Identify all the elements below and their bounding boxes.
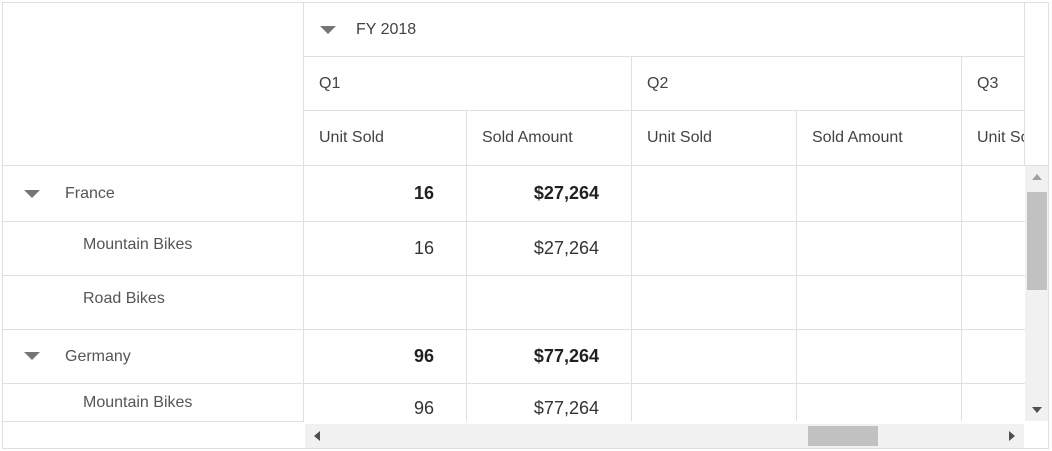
- vertical-scroll-thumb[interactable]: [1027, 192, 1047, 290]
- cell-value: 16: [413, 183, 434, 203]
- row-header-mountain-bikes[interactable]: Mountain Bikes: [3, 222, 303, 275]
- measure-label: Unit Sold: [977, 129, 1024, 146]
- horizontal-scroll-thumb[interactable]: [808, 426, 878, 446]
- column-header-q3[interactable]: Q3: [962, 57, 1024, 110]
- measure-label: Sold Amount: [482, 129, 573, 146]
- column-header-sold-amount[interactable]: Sold Amount: [797, 111, 961, 165]
- value-cell[interactable]: 96: [304, 330, 466, 383]
- year-label: FY 2018: [356, 20, 417, 38]
- cell-value: 16: [413, 238, 434, 258]
- quarter-label: Q3: [977, 74, 999, 92]
- grid-line: [3, 421, 304, 422]
- cell-value: $27,264: [533, 238, 599, 258]
- scroll-down-arrow-icon[interactable]: [1032, 407, 1042, 413]
- cell-value: 96: [413, 346, 434, 366]
- row-label: Germany: [65, 347, 131, 365]
- collapse-icon[interactable]: [24, 190, 40, 198]
- quarter-label: Q2: [647, 74, 669, 92]
- grid-line: [1024, 3, 1025, 166]
- cell-value: $27,264: [533, 183, 599, 203]
- column-header-unit-sold[interactable]: Unit Sold: [304, 111, 466, 165]
- quarter-label: Q1: [319, 74, 341, 92]
- value-cell[interactable]: 16: [304, 166, 466, 221]
- measure-label: Unit Sold: [319, 129, 384, 146]
- value-cell[interactable]: 16: [304, 222, 466, 275]
- cell-value: $77,264: [533, 346, 599, 366]
- value-cell[interactable]: $77,264: [467, 330, 631, 383]
- collapse-icon[interactable]: [24, 352, 40, 360]
- value-cell[interactable]: $27,264: [467, 166, 631, 221]
- scroll-right-arrow-icon[interactable]: [1009, 431, 1015, 441]
- horizontal-scrollbar[interactable]: [305, 424, 1024, 448]
- scroll-left-arrow-icon[interactable]: [314, 431, 320, 441]
- cell-value: $77,264: [533, 398, 599, 418]
- row-label: France: [65, 184, 115, 202]
- value-cell[interactable]: $27,264: [467, 222, 631, 275]
- measure-label: Sold Amount: [812, 129, 903, 146]
- measure-label: Unit Sold: [647, 129, 712, 146]
- scroll-up-arrow-icon[interactable]: [1032, 174, 1042, 180]
- row-label: Mountain Bikes: [83, 235, 193, 253]
- vertical-scrollbar[interactable]: [1025, 166, 1048, 421]
- value-cell[interactable]: 96: [304, 384, 466, 424]
- row-header-germany[interactable]: Germany: [3, 330, 303, 383]
- row-header-france[interactable]: France: [3, 166, 303, 221]
- column-header-q1[interactable]: Q1: [304, 57, 631, 110]
- column-header-unit-sold[interactable]: Unit Sold: [962, 111, 1024, 165]
- column-header-year[interactable]: FY 2018: [304, 3, 1024, 56]
- column-header-unit-sold[interactable]: Unit Sold: [632, 111, 796, 165]
- row-label: Road Bikes: [83, 289, 165, 307]
- column-header-q2[interactable]: Q2: [632, 57, 961, 110]
- pivot-table: FY 2018 Q1 Q2 Q3 Unit Sold Sold Amount U…: [2, 2, 1049, 449]
- row-label: Mountain Bikes: [83, 394, 193, 411]
- collapse-icon[interactable]: [320, 25, 336, 34]
- row-header-road-bikes[interactable]: Road Bikes: [3, 276, 303, 329]
- row-header-mountain-bikes[interactable]: Mountain Bikes: [3, 384, 303, 421]
- value-cell[interactable]: $77,264: [467, 384, 631, 424]
- cell-value: 96: [413, 398, 434, 418]
- column-header-sold-amount[interactable]: Sold Amount: [467, 111, 631, 165]
